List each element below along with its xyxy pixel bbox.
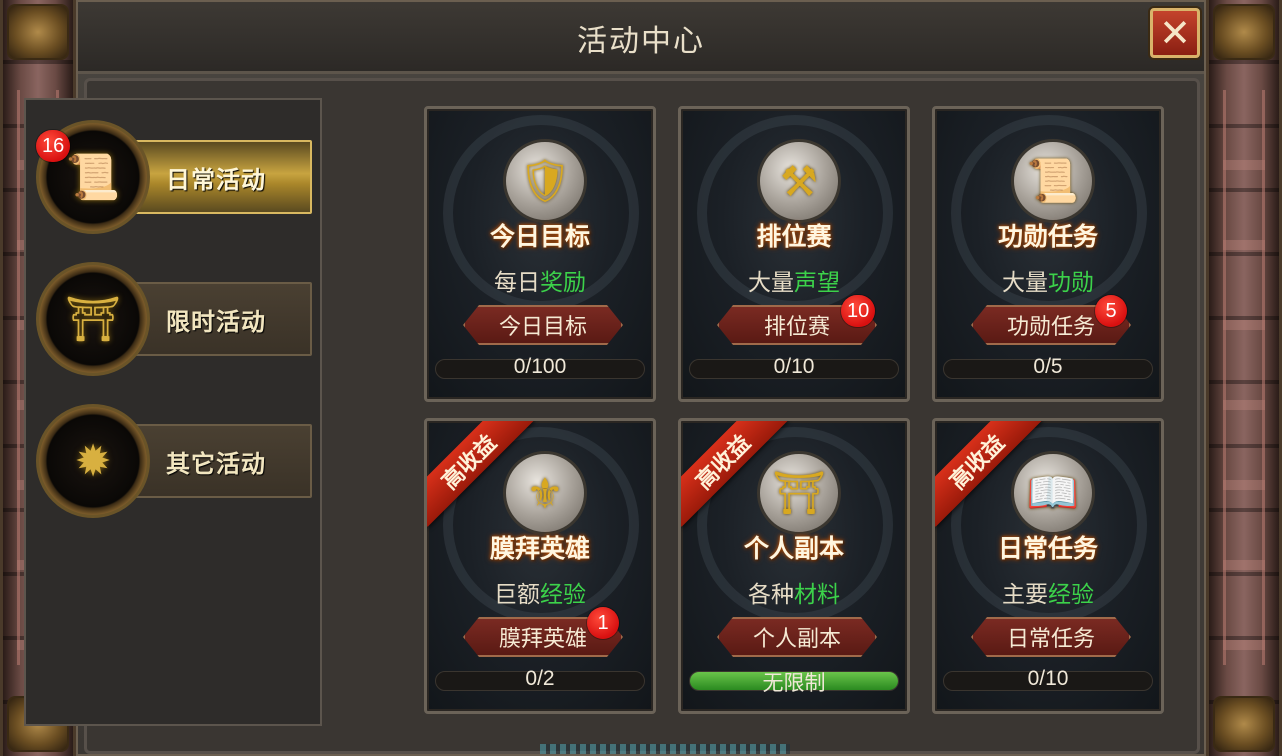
subtitle-text: 巨额 [494, 582, 540, 608]
scroll-icon: 📜 [1011, 139, 1095, 223]
tab-icon-frame: ⛩ [36, 262, 150, 376]
progress-text: 0/10 [773, 355, 815, 378]
shield-icon: 🛡 [503, 139, 587, 223]
subtitle-text: 主要 [1002, 582, 1048, 608]
card-subtitle: 主要经验 [935, 575, 1161, 609]
progress-text: 无限制 [762, 672, 826, 695]
tab-other-activities[interactable]: ✹ 其它活动 [36, 402, 312, 520]
notification-badge: 1 [587, 607, 619, 639]
activity-card-personal-dungeon[interactable]: ⛩ 高收益 个人副本 各种材料 个人副本 无限制 [678, 418, 910, 714]
scroll-glyph: 📜 [1026, 156, 1080, 205]
pillar-cap-ornament [1213, 4, 1275, 60]
card-title: 功勋任务 [997, 222, 1098, 251]
card-subtitle: 大量功勋 [935, 263, 1161, 297]
card-title: 日常任务 [997, 534, 1098, 563]
tab-label: 限时活动 [166, 308, 266, 336]
progress-text: 0/10 [1027, 667, 1069, 690]
personal-dungeon-button[interactable]: 个人副本 [717, 617, 877, 657]
daily-goal-button[interactable]: 今日目标 [463, 305, 623, 345]
subtitle-highlight: 功勋 [1048, 270, 1094, 296]
hammer-icon: ⚒ [757, 139, 841, 223]
card-subtitle: 巨额经验 [427, 575, 653, 609]
daily-quest-button[interactable]: 日常任务 [971, 617, 1131, 657]
close-icon: ✕ [1159, 11, 1191, 55]
title-bar: 活动中心 ✕ [78, 2, 1204, 74]
subtitle-text: 各种 [748, 582, 794, 608]
card-subtitle: 各种材料 [681, 575, 907, 609]
activity-card-daily-goal[interactable]: 🛡 今日目标 每日奖励 今日目标 0/100 [424, 106, 656, 402]
subtitle-text: 大量 [748, 270, 794, 296]
activity-card-daily-quest[interactable]: 📖 高收益 日常任务 主要经验 日常任务 0/10 [932, 418, 1164, 714]
card-title: 膜拜英雄 [489, 534, 590, 563]
button-label: 功勋任务 [1006, 315, 1095, 340]
close-button[interactable]: ✕ [1150, 8, 1200, 58]
button-label: 膜拜英雄 [498, 627, 587, 652]
activity-card-grid: 🛡 今日目标 每日奖励 今日目标 0/100 ⚒ 排位赛 大量声望 排位赛 10… [336, 96, 1282, 726]
hammer-glyph: ⚒ [780, 156, 818, 206]
subtitle-highlight: 声望 [794, 270, 840, 296]
scroll-icon: 📜 [65, 152, 121, 203]
tab-icon-frame: ✹ [36, 404, 150, 518]
window-title: 活动中心 [577, 24, 705, 59]
subtitle-highlight: 奖励 [540, 270, 586, 296]
tab-label: 其它活动 [166, 450, 266, 478]
book-glyph: 📖 [1026, 468, 1080, 517]
card-subtitle: 大量声望 [681, 263, 907, 297]
subtitle-text: 大量 [1002, 270, 1048, 296]
tab-limited-time-activities[interactable]: ⛩ 限时活动 [36, 260, 312, 378]
subtitle-text: 每日 [494, 270, 540, 296]
card-subtitle: 每日奖励 [427, 263, 653, 297]
gate-icon: ⛩ [757, 451, 841, 535]
bottom-trim-decoration [540, 744, 790, 754]
tab-daily-activities[interactable]: 📜 日常活动 16 [36, 118, 312, 236]
subtitle-highlight: 材料 [794, 582, 840, 608]
activity-card-ranked-match[interactable]: ⚒ 排位赛 大量声望 排位赛 10 0/10 [678, 106, 910, 402]
golden-helmet-icon: ⚜ [503, 451, 587, 535]
helmet-glyph: ⚜ [526, 468, 564, 518]
pillar-cap-ornament [7, 4, 69, 60]
category-tab-panel: 📜 日常活动 16 ⛩ 限时活动 ✹ 其它活动 [24, 98, 322, 726]
progress-text: 0/5 [1033, 355, 1063, 378]
subtitle-highlight: 经验 [540, 582, 586, 608]
card-title: 个人副本 [743, 534, 844, 563]
progress-text: 0/2 [525, 667, 555, 690]
activity-card-merit-quest[interactable]: 📜 功勋任务 大量功勋 功勋任务 5 0/5 [932, 106, 1164, 402]
gate-icon: ⛩ [65, 294, 121, 345]
card-title: 排位赛 [756, 222, 832, 251]
progress-text: 0/100 [513, 355, 567, 378]
button-label: 今日目标 [498, 315, 587, 340]
tab-label: 日常活动 [166, 166, 266, 194]
open-book-icon: 📖 [1011, 451, 1095, 535]
activity-card-worship-hero[interactable]: ⚜ 高收益 膜拜英雄 巨额经验 膜拜英雄 1 0/2 [424, 418, 656, 714]
button-label: 日常任务 [1006, 627, 1095, 652]
button-label: 排位赛 [763, 315, 830, 340]
button-label: 个人副本 [752, 627, 841, 652]
card-title: 今日目标 [489, 222, 590, 251]
notification-badge: 16 [36, 130, 71, 162]
dragon-emblem-icon: ✹ [74, 435, 112, 487]
gate-glyph: ⛩ [772, 468, 826, 517]
shield-glyph: 🛡 [518, 156, 572, 205]
notification-badge: 10 [841, 295, 876, 327]
subtitle-highlight: 经验 [1048, 582, 1094, 608]
notification-badge: 5 [1095, 295, 1127, 327]
